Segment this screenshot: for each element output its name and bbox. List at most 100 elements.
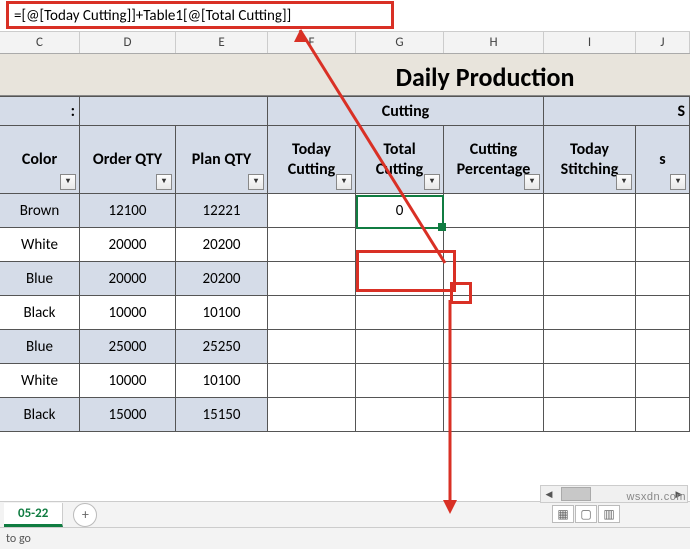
formula-input[interactable]: [8, 4, 682, 28]
column-titles-row: Color ▾ Order QTY ▾ Plan QTY ▾ Today Cut…: [0, 126, 690, 194]
col-cutting-pct[interactable]: Cutting Percentage ▾: [444, 126, 544, 193]
col-color-label: Color: [22, 150, 57, 169]
filter-icon[interactable]: ▾: [156, 174, 172, 190]
page-title: Daily Production: [0, 54, 690, 95]
col-header-c[interactable]: C: [0, 32, 80, 53]
col-today-cutting[interactable]: Today Cutting ▾: [268, 126, 356, 193]
cell-order[interactable]: 10000: [80, 296, 176, 329]
filter-icon[interactable]: ▾: [524, 174, 540, 190]
scroll-thumb[interactable]: [561, 487, 591, 501]
filter-icon[interactable]: ▾: [248, 174, 264, 190]
cell-pct[interactable]: [444, 364, 544, 397]
cell-order[interactable]: 25000: [80, 330, 176, 363]
cell-color[interactable]: Black: [0, 296, 80, 329]
col-pct-label: Cutting Percentage: [446, 140, 541, 178]
cell-color[interactable]: Blue: [0, 330, 80, 363]
col-header-g[interactable]: G: [356, 32, 444, 53]
col-header-j[interactable]: J: [636, 32, 690, 53]
cell-s[interactable]: [636, 296, 690, 329]
filter-icon[interactable]: ▾: [424, 174, 440, 190]
cell-ts[interactable]: [544, 364, 636, 397]
col-s[interactable]: s ▾: [636, 126, 690, 193]
cell-total[interactable]: 0: [356, 194, 444, 227]
add-sheet-button[interactable]: +: [73, 503, 97, 527]
cell-order[interactable]: 20000: [80, 262, 176, 295]
filter-icon[interactable]: ▾: [616, 174, 632, 190]
cell-color[interactable]: White: [0, 364, 80, 397]
cell-tc[interactable]: [268, 398, 356, 431]
col-header-f[interactable]: F: [268, 32, 356, 53]
cell-s[interactable]: [636, 262, 690, 295]
cell-plan[interactable]: 25250: [176, 330, 268, 363]
cell-total[interactable]: [356, 262, 444, 295]
cell-total[interactable]: [356, 364, 444, 397]
cell-ts[interactable]: [544, 296, 636, 329]
cell-pct[interactable]: [444, 296, 544, 329]
table-row: Black 10000 10100: [0, 296, 690, 330]
cell-ts[interactable]: [544, 228, 636, 261]
cell-pct[interactable]: [444, 228, 544, 261]
cell-plan[interactable]: 10100: [176, 296, 268, 329]
cell-order[interactable]: 10000: [80, 364, 176, 397]
cell-order[interactable]: 20000: [80, 228, 176, 261]
cell-ts[interactable]: [544, 262, 636, 295]
cell-ts[interactable]: [544, 194, 636, 227]
cell-total[interactable]: [356, 296, 444, 329]
sheet-tab-active[interactable]: 05-22: [4, 503, 63, 527]
cell-ts[interactable]: [544, 330, 636, 363]
cell-plan[interactable]: 10100: [176, 364, 268, 397]
table-row: Blue 20000 20200: [0, 262, 690, 296]
cell-s[interactable]: [636, 330, 690, 363]
cell-color[interactable]: Brown: [0, 194, 80, 227]
status-text: to go: [6, 532, 31, 546]
cell-plan[interactable]: 20200: [176, 262, 268, 295]
cell-pct[interactable]: [444, 194, 544, 227]
col-today-stitching[interactable]: Today Stitching ▾: [544, 126, 636, 193]
cell-tc[interactable]: [268, 330, 356, 363]
page-layout-icon[interactable]: ▢: [575, 505, 597, 523]
cell-total[interactable]: [356, 398, 444, 431]
cell-color[interactable]: White: [0, 228, 80, 261]
cell-plan[interactable]: 15150: [176, 398, 268, 431]
cell-tc[interactable]: [268, 364, 356, 397]
cell-pct[interactable]: [444, 330, 544, 363]
cell-s[interactable]: [636, 364, 690, 397]
cell-order[interactable]: 15000: [80, 398, 176, 431]
cell-tc[interactable]: [268, 262, 356, 295]
col-color[interactable]: Color ▾: [0, 126, 80, 193]
normal-view-icon[interactable]: ▦: [552, 505, 574, 523]
cell-pct[interactable]: [444, 262, 544, 295]
table-row: Brown 12100 12221 0: [0, 194, 690, 228]
filter-icon[interactable]: ▾: [670, 174, 686, 190]
col-plan-qty[interactable]: Plan QTY ▾: [176, 126, 268, 193]
cell-total[interactable]: [356, 330, 444, 363]
col-header-i[interactable]: I: [544, 32, 636, 53]
col-header-h[interactable]: H: [444, 32, 544, 53]
cell-s[interactable]: [636, 194, 690, 227]
col-header-d[interactable]: D: [80, 32, 176, 53]
table-row: White 20000 20200: [0, 228, 690, 262]
col-header-e[interactable]: E: [176, 32, 268, 53]
cell-s[interactable]: [636, 398, 690, 431]
cell-color[interactable]: Black: [0, 398, 80, 431]
cell-tc[interactable]: [268, 228, 356, 261]
cell-s[interactable]: [636, 228, 690, 261]
cell-total[interactable]: [356, 228, 444, 261]
cell-plan[interactable]: 12221: [176, 194, 268, 227]
col-tc-label: Today Cutting: [270, 140, 353, 178]
cell-plan[interactable]: 20200: [176, 228, 268, 261]
scroll-left-icon[interactable]: ◀: [541, 487, 557, 501]
cell-order[interactable]: 12100: [80, 194, 176, 227]
empty-merged: [80, 96, 268, 125]
cell-tc[interactable]: [268, 296, 356, 329]
cell-ts[interactable]: [544, 398, 636, 431]
cell-pct[interactable]: [444, 398, 544, 431]
col-order-label: Order QTY: [93, 150, 162, 169]
cell-tc[interactable]: [268, 194, 356, 227]
page-break-icon[interactable]: ▥: [598, 505, 620, 523]
cell-color[interactable]: Blue: [0, 262, 80, 295]
filter-icon[interactable]: ▾: [60, 174, 76, 190]
col-order-qty[interactable]: Order QTY ▾: [80, 126, 176, 193]
filter-icon[interactable]: ▾: [336, 174, 352, 190]
col-total-cutting[interactable]: Total Cutting ▾: [356, 126, 444, 193]
